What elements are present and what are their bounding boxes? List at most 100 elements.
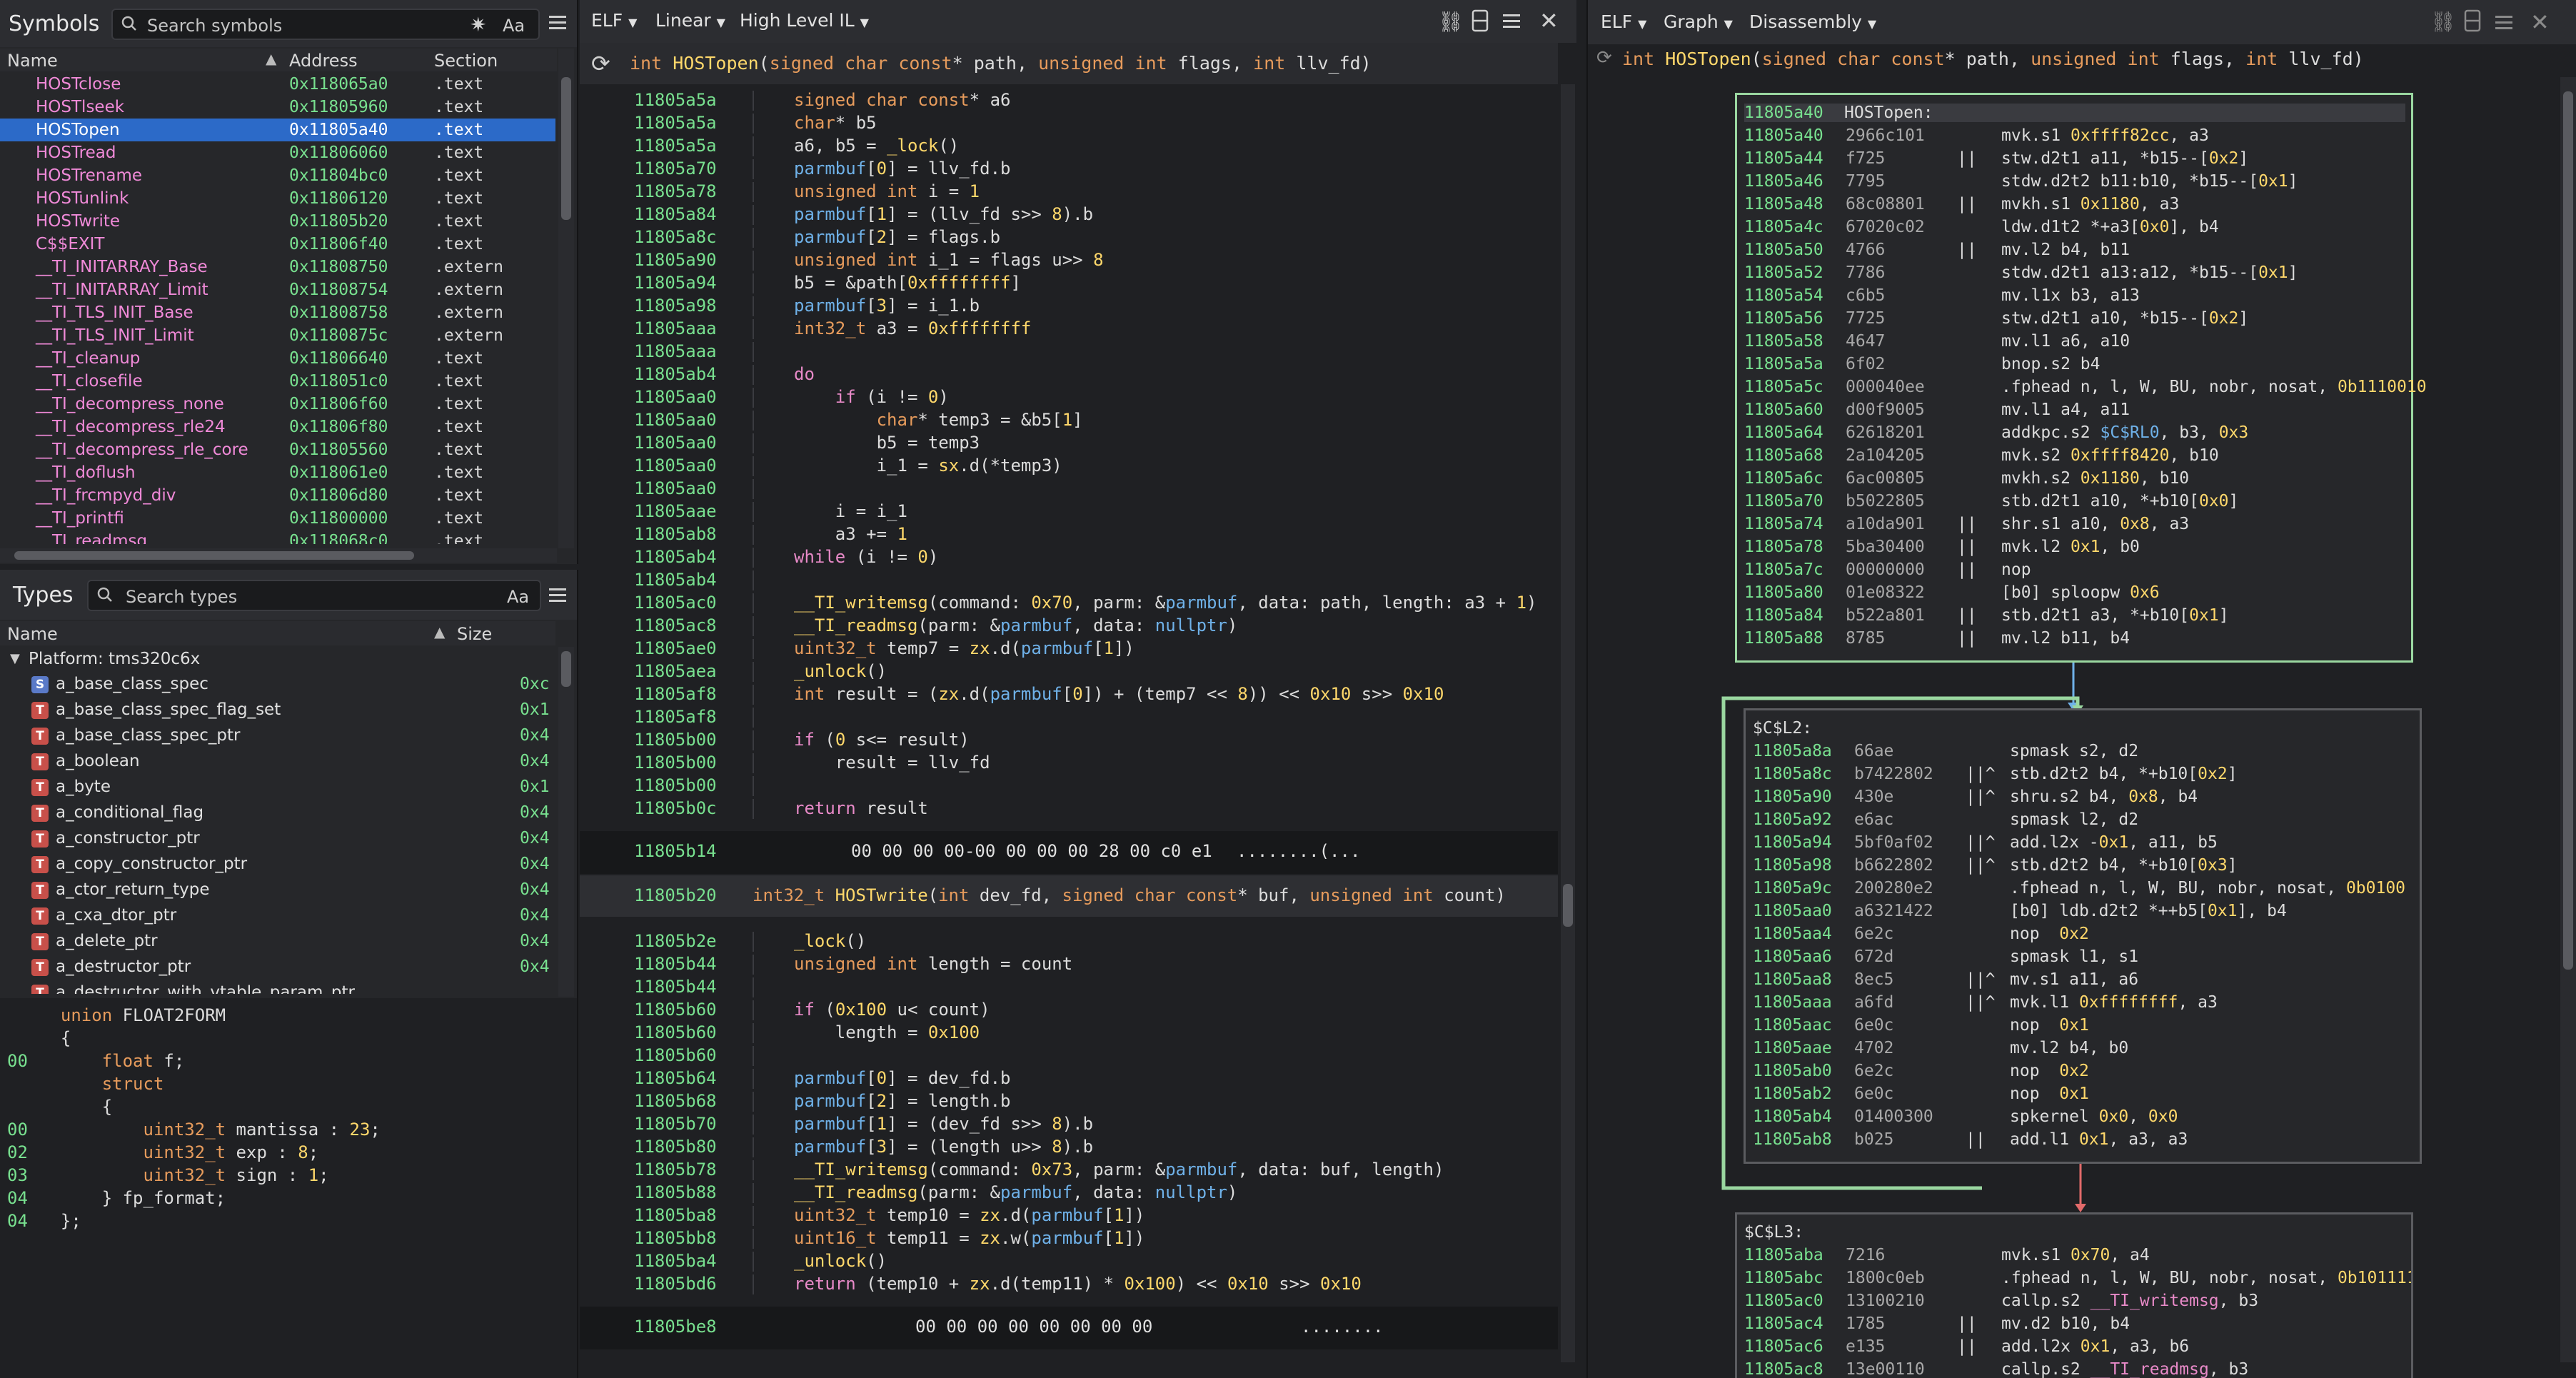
- symbol-row[interactable]: HOSTlseek 0x11805960 .text: [0, 96, 555, 119]
- hlil-line[interactable]: 11805b78 __TI_writemsg(command: 0x73, par…: [580, 1160, 1558, 1180]
- symbol-row[interactable]: C$$EXIT 0x11806f40 .text: [0, 233, 555, 256]
- asm-line[interactable]: 11805a46 7795 stdw.d2t2 b11:b10, *b15--[0…: [1744, 172, 2298, 191]
- case-sensitive-button[interactable]: Aa: [507, 587, 529, 607]
- asm-line[interactable]: 11805a8c b7422802 ||^ stb.d2t2 b4, *+b10[0x…: [1753, 765, 2238, 783]
- asm-line[interactable]: 11805a54 c6b5 mv.l1x b3, a13: [1744, 286, 2140, 305]
- platform-row[interactable]: ▼ Platform: tms320c6x: [0, 647, 555, 673]
- symbol-row[interactable]: __TI_doflush 0x118061e0 .text: [0, 461, 555, 484]
- symbol-row[interactable]: __TI_decompress_rle24 0x11806f80 .text: [0, 416, 555, 438]
- hlil-line[interactable]: 11805ba8 uint32_t temp10 = zx.d(parmbuf[1…: [580, 1205, 1558, 1226]
- asm-line[interactable]: 11805a90 430e ||^ shru.s2 b4, 0x8, b4: [1753, 788, 2198, 806]
- symbol-row[interactable]: HOSTwrite 0x11805b20 .text: [0, 210, 555, 233]
- type-row[interactable]: Ta_constructor_ptr 0x4: [0, 827, 555, 853]
- type-row[interactable]: Ta_ctor_return_type 0x4: [0, 878, 555, 904]
- asm-line[interactable]: 11805a78 5ba30400 || mvk.l2 0x1, b0: [1744, 538, 2140, 556]
- asm-line[interactable]: 11805a70 b5022805 stb.d2t1 a10, *+b10[0x0…: [1744, 492, 2238, 511]
- asm-line[interactable]: 11805ac4 1785 || mv.d2 b10, b4: [1744, 1314, 2130, 1333]
- type-row[interactable]: Ta_destructor_ptr 0x4: [0, 955, 555, 981]
- asm-line[interactable]: 11805a74 a10da901 || shr.s1 a10, 0x8, a3: [1744, 515, 2189, 533]
- expand-arrow-icon[interactable]: ▼: [10, 651, 20, 666]
- asm-line[interactable]: 11805a80 01e08322 [b0] sploopw 0x6: [1744, 583, 2160, 602]
- hlil-line[interactable]: 11805b00 if (0 s<= result): [580, 730, 1558, 750]
- asm-line[interactable]: 11805a92 e6ac spmask l2, d2: [1753, 810, 2138, 829]
- hlil-line[interactable]: 11805b44 unsigned int length = count: [580, 954, 1558, 975]
- hlil-line[interactable]: 11805aa0 char* temp3 = &b5[1]: [580, 410, 1558, 431]
- symbol-row[interactable]: __TI_frcmpyd_div 0x11806d80 .text: [0, 484, 555, 507]
- hlil-line[interactable]: 11805aa0 if (i != 0): [580, 387, 1558, 408]
- hamburger-menu-icon[interactable]: [1501, 10, 1522, 34]
- hlil-line[interactable]: 11805ba4 _unlock(): [580, 1251, 1558, 1272]
- asm-line[interactable]: 11805aa0 a6321422 [b0] ldb.d2t2 *++b5[0x1…: [1753, 902, 2287, 920]
- hlil-line[interactable]: 11805b2e _lock(): [580, 931, 1558, 952]
- asm-line[interactable]: 11805aa4 6e2c nop 0x2: [1753, 925, 2089, 943]
- case-sensitive-button[interactable]: Aa: [503, 16, 525, 36]
- asm-line[interactable]: 11805aa8 8ec5 ||^ mv.s1 a11, a6: [1753, 970, 2138, 989]
- hlil-line[interactable]: 11805a90 unsigned int i_1 = flags u>> 8: [580, 250, 1558, 271]
- types-search-input[interactable]: Search types Aa: [87, 580, 541, 611]
- symbol-row[interactable]: HOSTrename 0x11804bc0 .text: [0, 164, 555, 187]
- asm-line[interactable]: 11805a98 b6622802 ||^ stb.d2t2 b4, *+b10[0x…: [1753, 856, 2238, 875]
- hlil-line[interactable]: 11805aa0 i_1 = sx.d(*temp3): [580, 456, 1558, 476]
- hlil-line[interactable]: 11805aae i = i_1: [580, 501, 1558, 522]
- asm-line[interactable]: 11805a50 4766 || mv.l2 b4, b11: [1744, 241, 2130, 259]
- hlil-line[interactable]: 11805aaa int32_t a3 = 0xffffffff: [580, 318, 1558, 339]
- hlil-line[interactable]: 11805b80 parmbuf[3] = (length u>> 8).b: [580, 1137, 1558, 1157]
- hlil-line[interactable]: 11805b00: [580, 775, 1558, 796]
- asm-line[interactable]: 11805aaa a6fd ||^ mvk.l1 0xffffffff, a3: [1753, 993, 2218, 1012]
- symbol-row[interactable]: __TI_TLS_INIT_Limit 0x1180875c .extern: [0, 324, 555, 347]
- hlil-line[interactable]: 11805b88 __TI_readmsg(parm: &parmbuf, dat…: [580, 1182, 1558, 1203]
- column-name[interactable]: Name: [7, 51, 58, 71]
- symbols-scrollbar[interactable]: [558, 49, 574, 548]
- symbol-row[interactable]: __TI_INITARRAY_Base 0x11808750 .extern: [0, 256, 555, 278]
- column-address[interactable]: Address: [289, 51, 358, 71]
- asm-line[interactable]: 11805a7c 00000000 || nop: [1744, 560, 2031, 579]
- graph-scroll-thumb[interactable]: [2563, 91, 2573, 970]
- hamburger-menu-icon[interactable]: [547, 11, 568, 36]
- hlil-line[interactable]: 11805ab4 while (i != 0): [580, 547, 1558, 568]
- hlil-line[interactable]: 11805b60 length = 0x100: [580, 1022, 1558, 1043]
- types-scroll-thumb[interactable]: [561, 651, 571, 687]
- asm-line[interactable]: 11805aac 6e0c nop 0x1: [1753, 1016, 2089, 1035]
- hlil-line[interactable]: 11805af8 int result = (zx.d(parmbuf[0]) +…: [580, 684, 1558, 705]
- symbol-row[interactable]: __TI_TLS_INIT_Base 0x11808758 .extern: [0, 301, 555, 324]
- refresh-icon[interactable]: ⟳: [591, 50, 610, 77]
- hlil-line[interactable]: 11805a5a signed char const* a6: [580, 90, 1558, 111]
- types-scrollbar[interactable]: [558, 647, 574, 997]
- hlil-line[interactable]: 11805ae0 uint32_t temp7 = zx.d(parmbuf[1]…: [580, 638, 1558, 659]
- type-row[interactable]: Ta_conditional_flag 0x4: [0, 801, 555, 827]
- asm-line[interactable]: 11805ac0 13100210 callp.s2 __TI_writemsg,…: [1744, 1292, 2258, 1310]
- hlil-line[interactable]: 11805af8: [580, 707, 1558, 728]
- type-row[interactable]: Ta_base_class_spec_flag_set 0x1: [0, 698, 555, 724]
- hlil-line[interactable]: 11805aa0: [580, 478, 1558, 499]
- split-pane-icon[interactable]: [1471, 9, 1489, 36]
- close-icon[interactable]: ✕: [1539, 7, 1559, 34]
- column-name[interactable]: Name: [7, 624, 58, 644]
- hlil-line[interactable]: 11805a5a char* b5: [580, 113, 1558, 134]
- hlil-line[interactable]: 11805a70 parmbuf[0] = llv_fd.b: [580, 159, 1558, 179]
- asm-line[interactable]: 11805a58 4647 mv.l1 a6, a10: [1744, 332, 2130, 351]
- symbols-hscrollbar[interactable]: [0, 548, 557, 563]
- asm-line[interactable]: 11805aae 4702 mv.l2 b4, b0: [1753, 1039, 2128, 1057]
- asm-line[interactable]: 11805a4c 67020c02 ldw.d1t2 *+a3[0x0], b4: [1744, 218, 2219, 236]
- hlil-line[interactable]: 11805b44: [580, 977, 1558, 997]
- hlil-line[interactable]: 11805a84 parmbuf[1] = (llv_fd s>> 8).b: [580, 204, 1558, 225]
- asm-line[interactable]: 11805a5a 6f02 bnop.s2 b4: [1744, 355, 2100, 373]
- hlil-line[interactable]: 11805bd6 return (temp10 + zx.d(temp11) * …: [580, 1274, 1558, 1294]
- type-row[interactable]: Ta_cxa_dtor_ptr 0x4: [0, 904, 555, 930]
- asm-line[interactable]: 11805a64 62618201 addkpc.s2 $C$RL0, b3, 0…: [1744, 423, 2248, 442]
- asm-line[interactable]: 11805a48 68c08801 || mvkh.s1 0x1180, a3: [1744, 195, 2179, 213]
- asm-line[interactable]: 11805a44 f725 || stw.d2t1 a11, *b15--[0x2]: [1744, 149, 2248, 168]
- symbol-row[interactable]: __TI_closefile 0x118051c0 .text: [0, 370, 555, 393]
- asm-line[interactable]: 11805a94 5bf0af02 ||^ add.l2x -0x1, a11, b5: [1753, 833, 2218, 852]
- asm-line[interactable]: 11805a88 8785 || mv.l2 b11, b4: [1744, 629, 2130, 648]
- asm-line[interactable]: 11805a68 2a104205 mvk.s2 0xffff8420, b10: [1744, 446, 2219, 465]
- hlil-line[interactable]: 11805ac8 __TI_readmsg(parm: &parmbuf, dat…: [580, 615, 1558, 636]
- sparkle-icon[interactable]: ✷: [470, 13, 486, 36]
- symbol-row[interactable]: __TI_cleanup 0x11806640 .text: [0, 347, 555, 370]
- symbols-hscroll-thumb[interactable]: [14, 551, 414, 560]
- symbol-row[interactable]: __TI_decompress_rle_core 0x11805560 .text: [0, 438, 555, 461]
- asm-line[interactable]: 11805ab4 01400300 spkernel 0x0, 0x0: [1753, 1107, 2178, 1126]
- hlil-line[interactable]: 11805ab8 a3 += 1: [580, 524, 1558, 545]
- symbol-row[interactable]: HOSTopen 0x11805a40 .text: [0, 119, 555, 141]
- basic-block-entry[interactable]: 11805a40 HOSTopen: 11805a40 2966c101 mvk.s1…: [1735, 93, 2427, 663]
